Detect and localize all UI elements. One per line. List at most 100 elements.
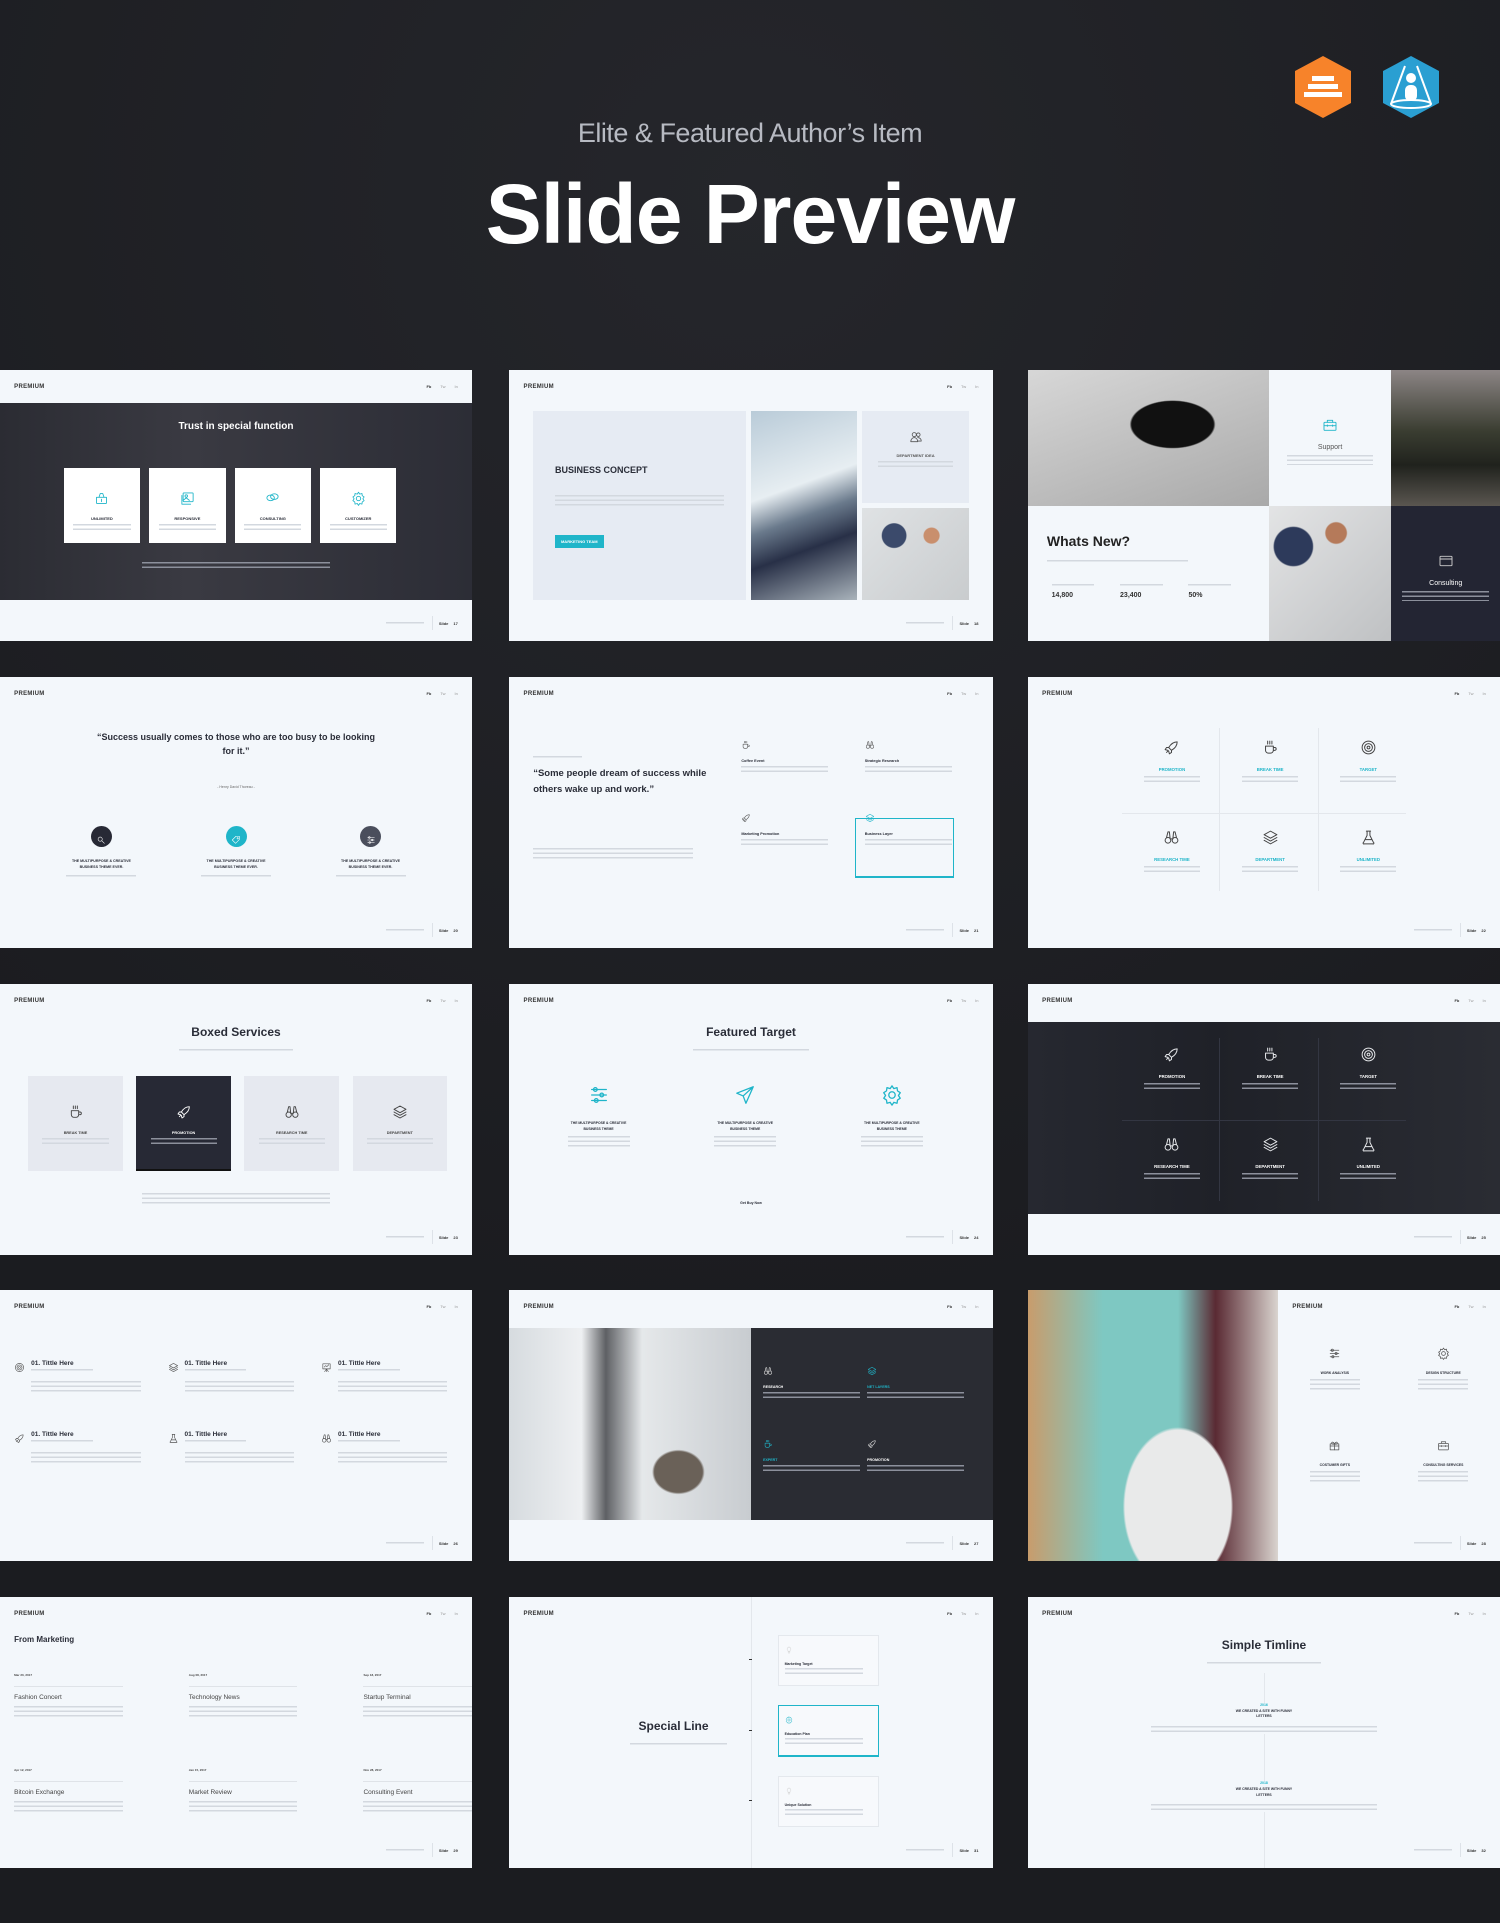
feature-card[interactable]: CUSTOMIZER [320, 467, 397, 544]
blog-post[interactable]: Jan 15, 2017 Market Review [188, 1768, 298, 1812]
social-link[interactable]: In [975, 691, 978, 696]
title-item[interactable]: 01. Tittle Here [14, 1360, 151, 1393]
social-link[interactable]: Tw [1468, 1611, 1473, 1616]
timeline-card[interactable]: Education Plan [777, 1705, 880, 1757]
get-buy-now-link[interactable]: Get Buy Now [509, 1201, 993, 1205]
feature-item[interactable]: Coffee Event [741, 737, 829, 774]
service-item[interactable]: NET LAYERS [867, 1363, 964, 1400]
social-link[interactable]: Fb [426, 1304, 431, 1309]
feature-card[interactable]: UNLIMITED [63, 467, 141, 544]
blog-post[interactable]: Nov 28, 2017 Consulting Event [363, 1768, 472, 1812]
timeline-card[interactable]: Marketing Target [777, 1634, 880, 1687]
service-box[interactable]: BREAK TIME [28, 1076, 123, 1171]
social-link[interactable]: In [975, 1611, 978, 1616]
social-link[interactable]: In [1483, 1611, 1486, 1616]
feature-item[interactable]: Marketing Promotion [741, 810, 829, 847]
feature-item[interactable]: THE MULTIPURPOSE & CREATIVE BUSINESS THE… [710, 1084, 780, 1148]
service-item[interactable]: DEPARTMENT [1230, 829, 1310, 874]
service-item[interactable]: RESEARCH TIME [1132, 1136, 1212, 1181]
service-item[interactable]: DEPARTMENT [1230, 1136, 1310, 1181]
slide-28[interactable]: PREMIUM Fb Tw In Slide 28 WORK ANALYSIS DESIGN … [1028, 1290, 1500, 1561]
social-link[interactable]: Tw [961, 1304, 966, 1309]
blog-post[interactable]: Aug 08, 2017 Technology News [188, 1673, 298, 1717]
service-item[interactable]: EXPERT [763, 1436, 860, 1473]
social-link[interactable]: Tw [1468, 1304, 1473, 1309]
service-box[interactable]: RESEARCH TIME [244, 1076, 339, 1171]
service-item[interactable]: PROMOTION [1132, 1046, 1212, 1092]
social-link[interactable]: Fb [426, 998, 431, 1003]
slide-17[interactable]: Trust in special function PREMIUM Fb Tw In S… [0, 370, 472, 641]
title-item[interactable]: 01. Tittle Here [168, 1431, 305, 1463]
social-link[interactable]: In [1483, 1304, 1486, 1309]
feature-item[interactable]: Business Layer [864, 810, 952, 847]
social-link[interactable]: Fb [1454, 1611, 1459, 1616]
marketing-team-button[interactable]: MARKETING TEAM [554, 535, 604, 549]
social-link[interactable]: Fb [1454, 1304, 1459, 1309]
service-item[interactable]: PROMOTION [1132, 739, 1212, 785]
title-item[interactable]: 01. Tittle Here [14, 1431, 151, 1463]
timeline-card[interactable]: Unique Solution [777, 1775, 880, 1828]
blog-post[interactable]: Mar 20, 2017 Fashion Concert [14, 1673, 123, 1717]
social-link[interactable]: In [455, 998, 458, 1003]
social-link[interactable]: In [1483, 691, 1486, 696]
slide-20[interactable]: “Success usually comes to those who are … [0, 677, 472, 948]
social-link[interactable]: Tw [440, 691, 445, 696]
service-item[interactable]: TARGET [1328, 739, 1408, 785]
social-link[interactable]: Tw [440, 1304, 445, 1309]
social-link[interactable]: In [975, 384, 978, 389]
social-link[interactable]: Fb [947, 384, 952, 389]
social-link[interactable]: In [455, 1611, 458, 1616]
service-item[interactable]: WORK ANALYSIS [1300, 1347, 1370, 1390]
service-item[interactable]: DESIGN STRUCTURE [1408, 1347, 1478, 1390]
social-link[interactable]: In [1483, 998, 1486, 1003]
social-link[interactable]: Fb [947, 1304, 952, 1309]
social-link[interactable]: Tw [961, 384, 966, 389]
service-box[interactable]: DEPARTMENT [352, 1076, 447, 1171]
slide-23[interactable]: Boxed Services PREMIUM Fb Tw In Slide 23 BREAK… [0, 984, 472, 1255]
social-link[interactable]: Fb [1454, 998, 1459, 1003]
social-link[interactable]: Tw [961, 1611, 966, 1616]
social-link[interactable]: In [975, 1304, 978, 1309]
social-link[interactable]: Fb [426, 691, 431, 696]
service-item[interactable]: PROMOTION [867, 1436, 964, 1473]
title-item[interactable]: 01. Tittle Here [321, 1360, 458, 1393]
slide-26[interactable]: PREMIUM Fb Tw In Slide 26 01. Tittle Here 01. T… [0, 1290, 472, 1561]
service-item[interactable]: BREAK TIME [1230, 1046, 1310, 1092]
slide-whats-new[interactable]: Support Whats New? Consulting 14,800 23,4… [1028, 370, 1500, 641]
social-link[interactable]: Tw [440, 1611, 445, 1616]
slide-24[interactable]: Featured Target Get Buy Now PREMIUM Fb Tw I… [509, 984, 993, 1255]
feature-item[interactable]: Strategic Research [864, 737, 952, 774]
social-link[interactable]: Tw [440, 384, 445, 389]
feature-card[interactable]: CONSULTING [234, 467, 312, 544]
social-link[interactable]: Fb [426, 384, 431, 389]
slide-32[interactable]: Simple Timline PREMIUM Fb Tw In Slide 32 2016 W… [1028, 1597, 1500, 1868]
service-item[interactable]: TARGET [1328, 1046, 1408, 1092]
blog-post[interactable]: Sep 18, 2017 Startup Terminal [363, 1673, 472, 1717]
service-item[interactable]: BREAK TIME [1230, 739, 1310, 785]
service-item[interactable]: UNLIMITED [1328, 829, 1408, 874]
slide-25[interactable]: PREMIUM Fb Tw In Slide 25 PROMOTION BREAK TIME T… [1028, 984, 1500, 1255]
service-item[interactable]: RESEARCH TIME [1132, 829, 1212, 874]
social-link[interactable]: Tw [440, 998, 445, 1003]
service-item[interactable]: COSTUMER GIFTS [1300, 1439, 1370, 1483]
social-link[interactable]: In [975, 998, 978, 1003]
slide-18[interactable]: BUSINESS CONCEPT MARKETING TEAM DEPARTME… [509, 370, 993, 641]
slide-31[interactable]: Special Line PREMIUM Fb Tw In Slide 31 Marketi… [509, 1597, 993, 1868]
feature-card[interactable]: RESPONSIVE [149, 467, 226, 544]
social-link[interactable]: Fb [947, 691, 952, 696]
social-link[interactable]: In [455, 384, 458, 389]
feature-item[interactable]: THE MULTIPURPOSE & CREATIVE BUSINESS THE… [564, 1084, 634, 1148]
social-link[interactable]: Tw [961, 691, 966, 696]
title-item[interactable]: 01. Tittle Here [168, 1360, 305, 1393]
slide-29[interactable]: From Marketing PREMIUM Fb Tw In Slide 29 Mar 2… [0, 1597, 472, 1868]
social-link[interactable]: Tw [1468, 691, 1473, 696]
social-link[interactable]: Fb [947, 1611, 952, 1616]
service-item[interactable]: RESEARCH [763, 1363, 860, 1400]
slide-27[interactable]: PREMIUM Fb Tw In Slide 27 RESEARCH NET LAYERS EX… [509, 1290, 993, 1561]
service-item[interactable]: UNLIMITED [1328, 1136, 1408, 1181]
blog-post[interactable]: Apr 12, 2017 Bitcoin Exchange [14, 1768, 123, 1812]
social-link[interactable]: Tw [1468, 998, 1473, 1003]
service-box[interactable]: PROMOTION [136, 1076, 231, 1171]
title-item[interactable]: 01. Tittle Here [321, 1431, 458, 1463]
slide-22[interactable]: PREMIUM Fb Tw In Slide 22 PROMOTION BREAK TIME T… [1028, 677, 1500, 948]
